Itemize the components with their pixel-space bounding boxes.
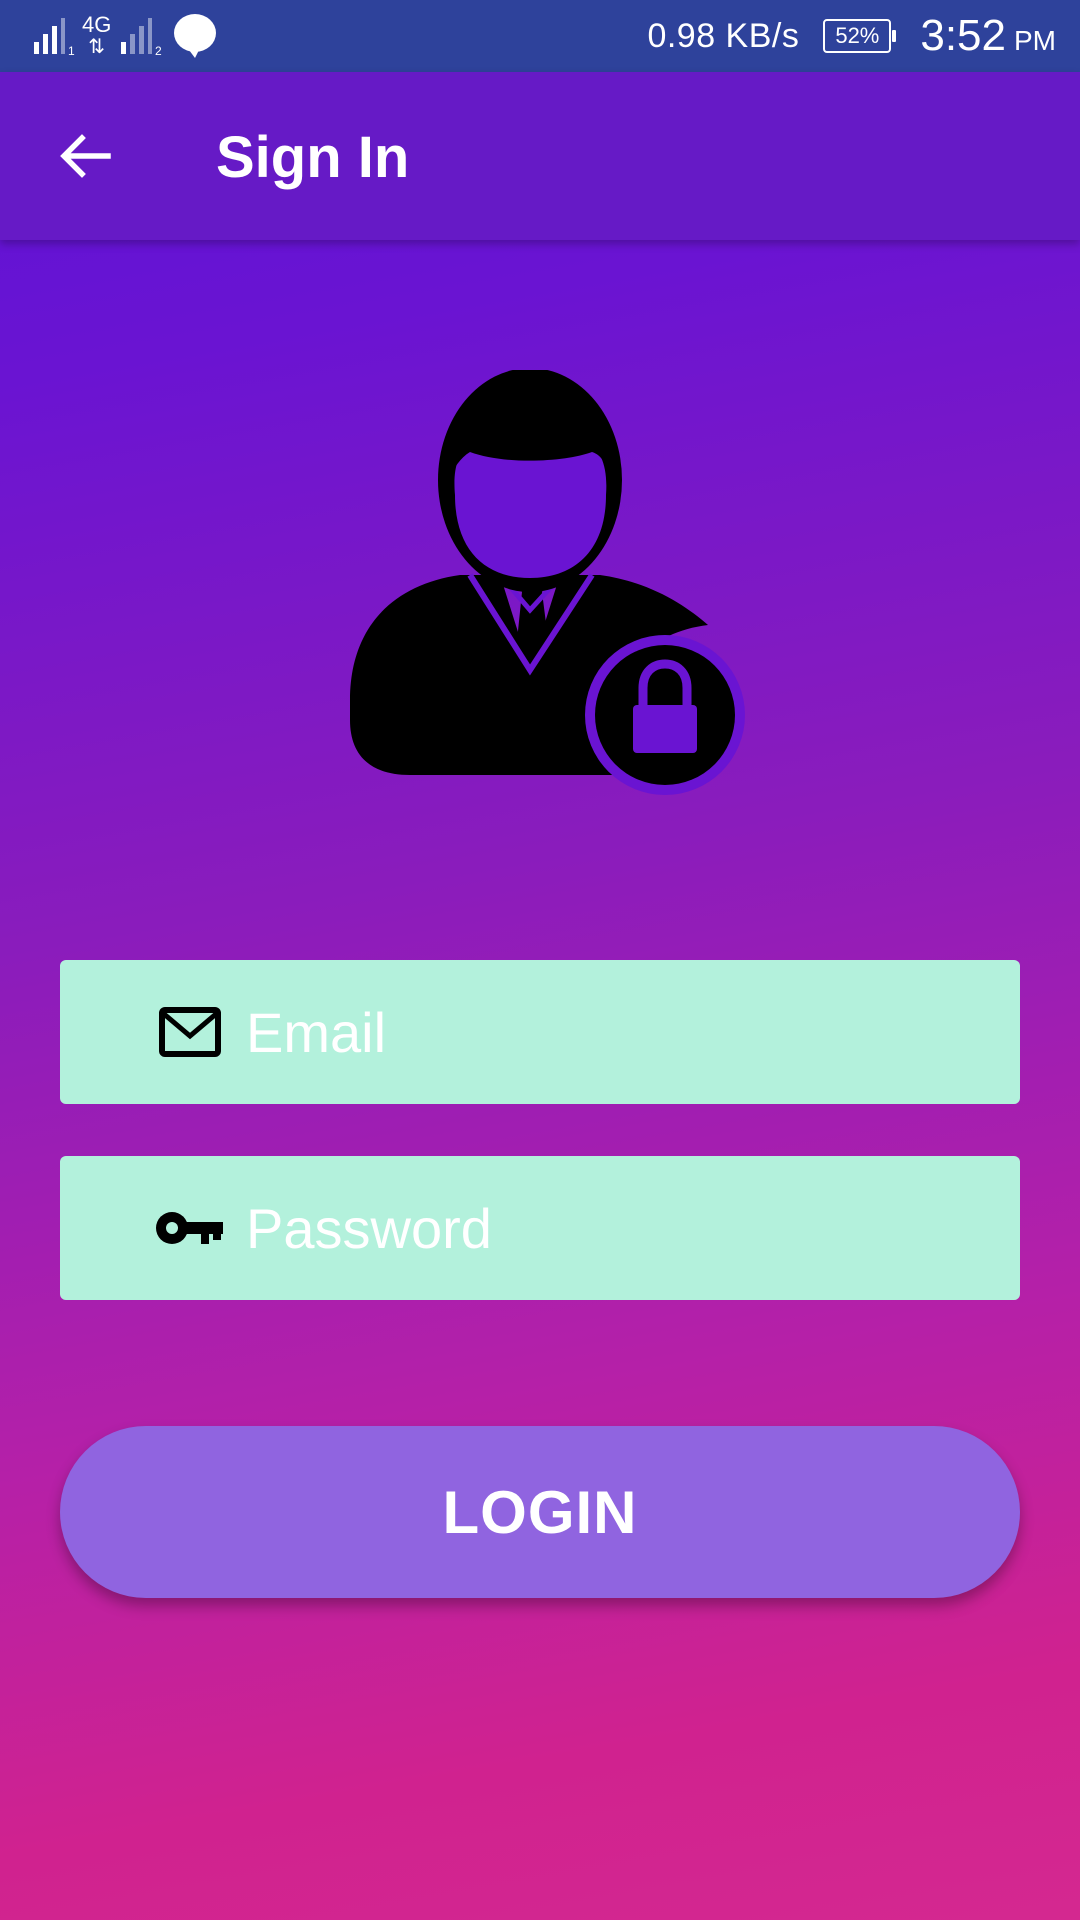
back-button[interactable] <box>44 114 128 198</box>
net-speed: 0.98 KB/s <box>647 16 800 55</box>
password-field[interactable] <box>60 1156 1020 1300</box>
password-input[interactable] <box>244 1177 968 1279</box>
email-field[interactable] <box>60 960 1020 1104</box>
login-button[interactable]: LOGIN <box>60 1426 1020 1598</box>
clock-ampm: PM <box>1014 25 1056 56</box>
network-type-label: 4G <box>82 12 112 37</box>
email-input[interactable] <box>244 981 968 1083</box>
mail-icon <box>150 992 230 1072</box>
data-arrows-icon: ⇅ <box>88 36 106 58</box>
sim2-label: 2 <box>155 44 162 56</box>
status-bar-right: 0.98 KB/s 52% 3:52 PM <box>647 0 1056 72</box>
key-icon <box>150 1188 230 1268</box>
clock-time: 3:52 <box>920 11 1006 60</box>
battery-percent: 52% <box>823 19 892 53</box>
clock: 3:52 PM <box>920 11 1056 61</box>
chat-bubble-icon <box>174 14 217 58</box>
signal-sim2-icon: 2 <box>121 18 162 56</box>
signal-sim1-icon: 1 <box>34 18 75 56</box>
page-title: Sign In <box>216 125 410 190</box>
app-bar: Sign In <box>0 72 1080 240</box>
battery-tip <box>892 30 897 42</box>
status-bar-left: 1 4G ⇅ 2 <box>32 12 219 60</box>
status-bar: 1 4G ⇅ 2 0.98 KB/s 52% 3:52 PM <box>0 0 1080 72</box>
network-type: 4G ⇅ <box>82 12 112 59</box>
sim1-label: 1 <box>68 44 75 56</box>
battery-icon: 52% <box>823 19 897 53</box>
arrow-left-icon <box>60 134 111 178</box>
user-lock-icon <box>350 370 745 795</box>
